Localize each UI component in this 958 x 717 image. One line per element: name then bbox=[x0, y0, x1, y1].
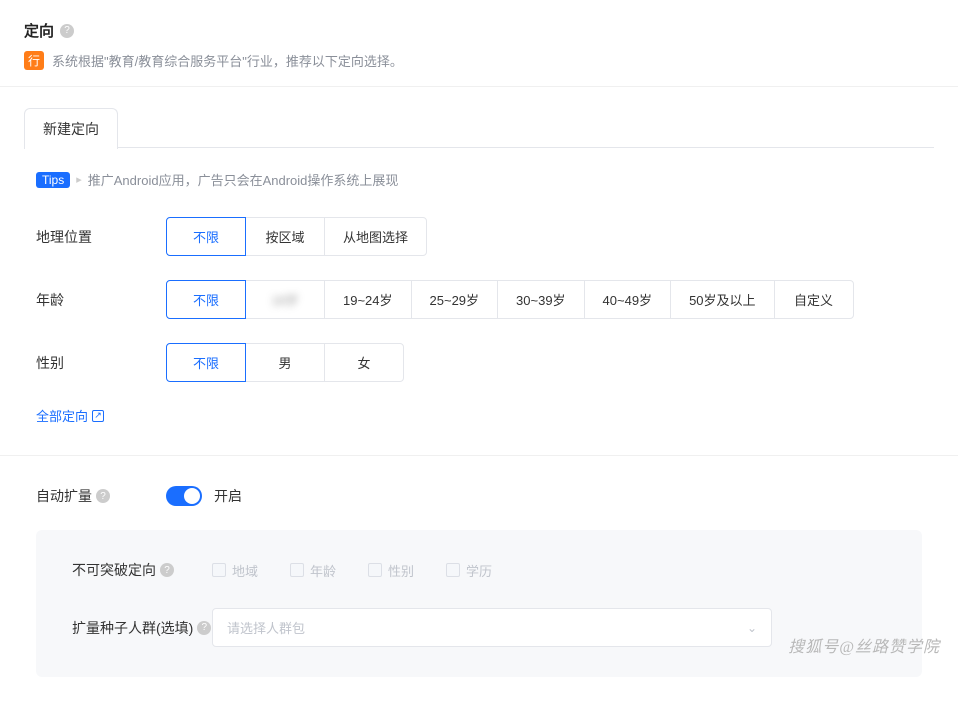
location-option-map[interactable]: 从地图选择 bbox=[324, 217, 427, 256]
auto-expand-toggle[interactable] bbox=[166, 486, 202, 506]
age-option-19-24[interactable]: 19~24岁 bbox=[324, 280, 412, 319]
breakthrough-checkboxes: 地域 年龄 性别 学历 bbox=[212, 561, 492, 580]
select-placeholder: 请选择人群包 bbox=[227, 618, 305, 637]
section-title: 定向 bbox=[24, 20, 54, 41]
checkbox-region[interactable]: 地域 bbox=[212, 561, 258, 580]
age-option-18[interactable]: 18岁 bbox=[245, 280, 325, 319]
location-label: 地理位置 bbox=[36, 227, 166, 247]
watermark: 搜狐号@丝路赞学院 bbox=[788, 633, 940, 657]
gender-options: 不限 男 女 bbox=[166, 343, 404, 382]
checkbox-age[interactable]: 年龄 bbox=[290, 561, 336, 580]
gender-option-female[interactable]: 女 bbox=[324, 343, 404, 382]
age-option-50plus[interactable]: 50岁及以上 bbox=[670, 280, 774, 319]
location-options: 不限 按区域 从地图选择 bbox=[166, 217, 427, 256]
help-icon[interactable]: ? bbox=[197, 621, 211, 635]
gender-option-unlimited[interactable]: 不限 bbox=[166, 343, 246, 382]
all-targeting-label: 全部定向 bbox=[36, 406, 88, 425]
age-options: 不限 18岁 19~24岁 25~29岁 30~39岁 40~49岁 50岁及以… bbox=[166, 280, 854, 319]
auto-expand-label: 自动扩量 ? bbox=[36, 486, 166, 506]
help-icon[interactable]: ? bbox=[60, 24, 74, 38]
age-option-custom[interactable]: 自定义 bbox=[774, 280, 854, 319]
age-option-30-39[interactable]: 30~39岁 bbox=[497, 280, 585, 319]
seed-select[interactable]: 请选择人群包 ⌄ bbox=[212, 608, 772, 647]
toggle-knob bbox=[184, 488, 200, 504]
checkbox-education[interactable]: 学历 bbox=[446, 561, 492, 580]
gender-label: 性别 bbox=[36, 353, 166, 373]
breakthrough-label: 不可突破定向 ? bbox=[72, 560, 212, 580]
help-icon[interactable]: ? bbox=[160, 563, 174, 577]
age-option-25-29[interactable]: 25~29岁 bbox=[411, 280, 499, 319]
location-option-region[interactable]: 按区域 bbox=[245, 217, 325, 256]
age-option-unlimited[interactable]: 不限 bbox=[166, 280, 246, 319]
toggle-state-label: 开启 bbox=[214, 486, 242, 506]
seed-label: 扩量种子人群(选填) ? bbox=[72, 618, 212, 638]
age-option-40-49[interactable]: 40~49岁 bbox=[584, 280, 672, 319]
expand-icon: ↗ bbox=[92, 410, 104, 422]
location-option-unlimited[interactable]: 不限 bbox=[166, 217, 246, 256]
tab-new-targeting[interactable]: 新建定向 bbox=[24, 108, 118, 149]
tips-text: 推广Android应用，广告只会在Android操作系统上展现 bbox=[88, 170, 399, 189]
industry-badge: 行 bbox=[24, 51, 44, 70]
subtitle-text: 系统根据"教育/教育综合服务平台"行业，推荐以下定向选择。 bbox=[52, 51, 403, 70]
gender-option-male[interactable]: 男 bbox=[245, 343, 325, 382]
chevron-down-icon: ⌄ bbox=[747, 621, 757, 635]
all-targeting-link[interactable]: 全部定向 ↗ bbox=[36, 406, 104, 425]
tips-badge: Tips bbox=[36, 172, 70, 188]
help-icon[interactable]: ? bbox=[96, 489, 110, 503]
age-label: 年龄 bbox=[36, 290, 166, 310]
chevron-right-icon: ▸ bbox=[76, 173, 82, 186]
checkbox-gender[interactable]: 性别 bbox=[368, 561, 414, 580]
